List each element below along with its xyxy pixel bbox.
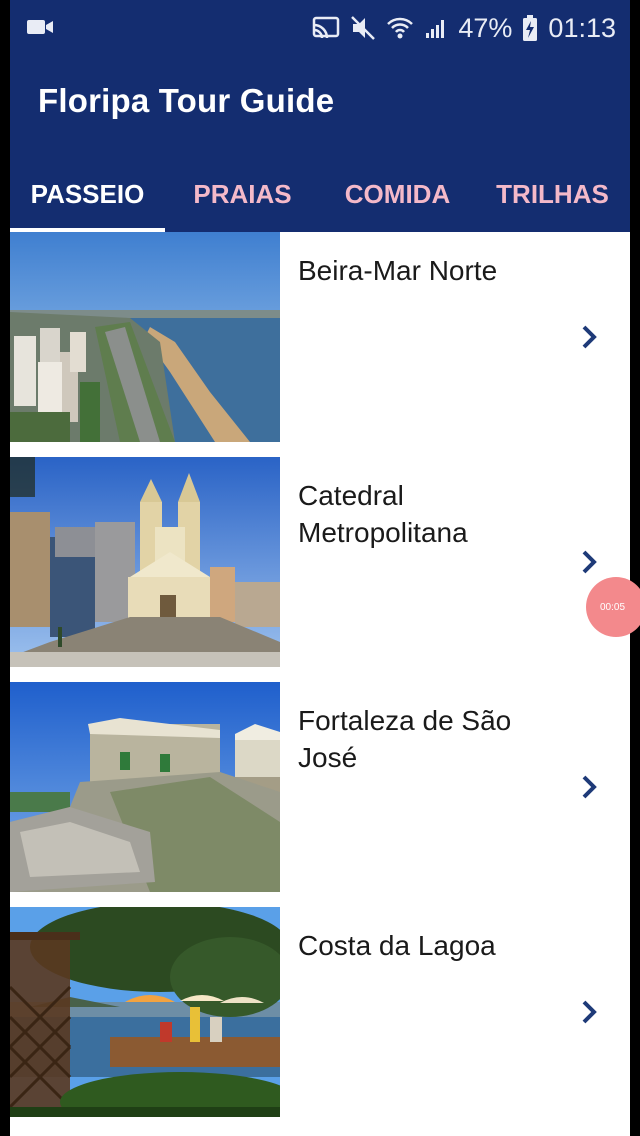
status-icons: 47% 01:13 — [312, 10, 616, 46]
wifi-icon — [386, 15, 414, 41]
cast-icon — [312, 16, 340, 40]
status-bar: 47% 01:13 — [10, 0, 630, 56]
place-photo — [10, 907, 280, 1117]
app-title: Floripa Tour Guide — [38, 82, 335, 119]
app-screen: 47% 01:13 Floripa Tour Guide PASSEIO PRA… — [10, 0, 630, 1136]
record-timer: 00:05 — [600, 601, 626, 613]
tab-trilhas[interactable]: TRILHAS — [475, 156, 630, 232]
clock: 01:13 — [548, 12, 616, 43]
place-photo — [10, 457, 280, 667]
place-title: Catedral Metropolitana — [298, 480, 468, 548]
battery-charging-icon — [522, 14, 538, 42]
tab-praias[interactable]: PRAIAS — [165, 156, 320, 232]
chevron-right-icon[interactable] — [576, 547, 602, 577]
chevron-right-icon[interactable] — [576, 322, 602, 352]
place-photo — [10, 232, 280, 442]
places-list: Beira-Mar Norte Catedral Metropolitana F… — [10, 232, 630, 1132]
app-bar: Floripa Tour Guide PASSEIO PRAIAS COMIDA… — [10, 56, 630, 232]
tab-comida[interactable]: COMIDA — [320, 156, 475, 232]
signal-icon — [424, 16, 448, 40]
mute-icon — [350, 15, 376, 41]
list-item[interactable]: Costa da Lagoa — [10, 907, 630, 1117]
screen-record-badge[interactable]: 00:05 — [586, 577, 640, 637]
list-item[interactable]: Fortaleza de São José — [10, 682, 630, 892]
video-icon — [26, 16, 54, 43]
place-photo — [10, 682, 280, 892]
chevron-right-icon[interactable] — [576, 772, 602, 802]
place-title: Costa da Lagoa — [298, 930, 496, 961]
chevron-right-icon[interactable] — [576, 997, 602, 1027]
tab-passeio[interactable]: PASSEIO — [10, 156, 165, 232]
place-title: Fortaleza de São José — [298, 705, 512, 773]
list-item[interactable]: Catedral Metropolitana — [10, 457, 630, 667]
place-title: Beira-Mar Norte — [298, 255, 498, 286]
tab-bar: PASSEIO PRAIAS COMIDA TRILHAS — [10, 156, 630, 232]
battery-percent: 47% — [458, 12, 513, 43]
list-item[interactable]: Beira-Mar Norte — [10, 232, 630, 442]
